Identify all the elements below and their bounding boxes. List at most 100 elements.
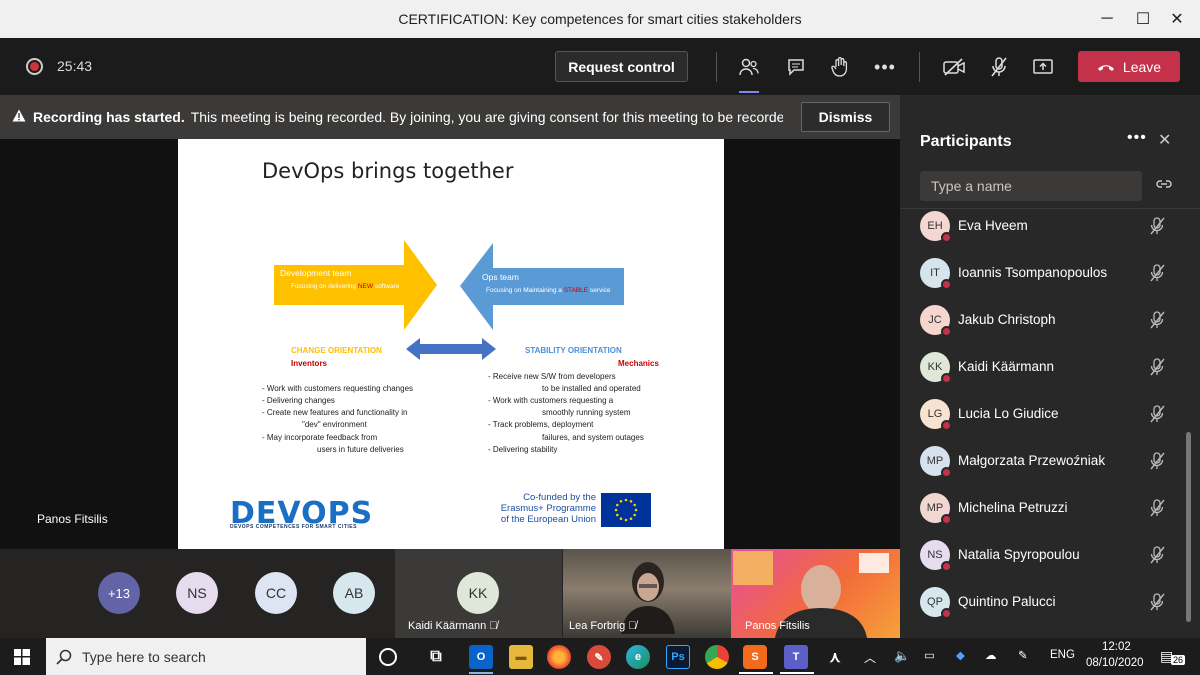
clock-date[interactable]: 08/10/2020 bbox=[1086, 657, 1144, 669]
presence-status-icon bbox=[941, 608, 952, 619]
participant-name: Ioannis Tsompanopoulos bbox=[958, 265, 1108, 280]
task-view-icon[interactable]: ⧉ bbox=[424, 645, 448, 669]
language-indicator[interactable]: ENG bbox=[1050, 649, 1075, 661]
mic-off-icon: 🎙̸ bbox=[489, 620, 498, 632]
participant-name: Natalia Spyropoulou bbox=[958, 547, 1080, 562]
chat-icon[interactable] bbox=[782, 53, 810, 81]
mic-off-icon[interactable] bbox=[1148, 592, 1166, 612]
tray-chevron-icon[interactable]: ︿ bbox=[864, 649, 876, 666]
video-tile-lea[interactable]: Lea Forbrig 🎙̸ bbox=[563, 549, 731, 638]
video-tile-panos[interactable]: Panos Fitsilis bbox=[731, 549, 900, 638]
participant-list: EH Eva Hveem IT Ioannis Tsompanopoulos JC Jak… bbox=[900, 209, 1190, 638]
avatar: NS bbox=[920, 540, 952, 572]
participant-row[interactable]: NS Natalia Spyropoulou bbox=[900, 540, 1190, 587]
share-link-icon[interactable] bbox=[1155, 177, 1173, 191]
pen-icon[interactable]: ✎ bbox=[1018, 648, 1028, 662]
paint-icon[interactable]: ✎ bbox=[587, 645, 611, 669]
edge-icon[interactable]: e bbox=[626, 645, 650, 669]
presentation-slide: DevOps brings together Development team … bbox=[178, 139, 724, 549]
participants-panel: Participants ••• ✕ EH Eva Hveem IT Ioannis … bbox=[900, 95, 1200, 638]
double-arrow bbox=[406, 338, 496, 360]
mic-off-icon[interactable] bbox=[1148, 498, 1166, 518]
mic-off-icon[interactable] bbox=[985, 53, 1013, 81]
mic-off-icon[interactable] bbox=[1148, 357, 1166, 377]
ops-team-label: Ops team bbox=[482, 272, 519, 282]
close-window-button[interactable]: ✕ bbox=[1154, 0, 1200, 38]
app-active-indicator bbox=[780, 672, 814, 674]
camera-off-icon[interactable] bbox=[940, 53, 968, 81]
cortana-icon[interactable] bbox=[379, 648, 397, 666]
mic-off-icon: 🎙̸ bbox=[628, 620, 637, 632]
participant-row[interactable]: KK Kaidi Käärmann bbox=[900, 352, 1190, 399]
pdf-icon[interactable]: ⋏ bbox=[823, 645, 847, 669]
presenter-name-label: Panos Fitsilis bbox=[37, 512, 108, 526]
avatar[interactable]: CC bbox=[255, 572, 297, 614]
participant-name: Kaidi Käärmann bbox=[958, 359, 1055, 374]
participant-row[interactable]: LG Lucia Lo Giudice bbox=[900, 399, 1190, 446]
request-control-button[interactable]: Request control bbox=[555, 51, 688, 82]
mic-off-icon[interactable] bbox=[1148, 451, 1166, 471]
participant-row[interactable]: IT Ioannis Tsompanopoulos bbox=[900, 258, 1190, 305]
presence-status-icon bbox=[941, 326, 952, 337]
left-bullet: - Work with customers requesting changes bbox=[262, 384, 414, 393]
outlook-icon[interactable]: O bbox=[469, 645, 493, 669]
right-bullet: - Track problems, deployment bbox=[488, 420, 594, 429]
avatar-initials: EH bbox=[927, 220, 943, 232]
participant-row[interactable]: EH Eva Hveem bbox=[900, 211, 1190, 258]
volume-icon[interactable]: 🔈 bbox=[894, 648, 910, 664]
participant-row[interactable]: QP Quintino Palucci bbox=[900, 587, 1190, 634]
mic-off-icon[interactable] bbox=[1148, 216, 1166, 236]
left-bullet: - Delivering changes bbox=[262, 396, 335, 405]
search-icon bbox=[56, 649, 72, 665]
panel-more-icon[interactable]: ••• bbox=[1127, 129, 1147, 147]
warning-icon bbox=[12, 109, 26, 125]
participant-row[interactable]: MP Małgorzata Przewoźniak bbox=[900, 446, 1190, 493]
participant-search-input[interactable] bbox=[920, 171, 1142, 201]
tile-name: Kaidi Käärmann 🎙̸ bbox=[408, 620, 498, 632]
avatar-initials: MP bbox=[926, 502, 944, 514]
toolbar-divider bbox=[919, 52, 920, 82]
right-bullet: failures, and system outages bbox=[542, 433, 644, 442]
phone-hangup-icon bbox=[1097, 64, 1114, 71]
video-tile-kaidi[interactable]: KK Kaidi Käärmann 🎙̸ bbox=[395, 549, 562, 638]
shared-screen-stage: DevOps brings together Development team … bbox=[0, 139, 900, 549]
more-options-icon[interactable]: ••• bbox=[871, 53, 899, 81]
avatar: IT bbox=[920, 258, 952, 290]
tile-name: Panos Fitsilis bbox=[745, 620, 810, 632]
ops-focus-text: Focusing on Maintaining a STABLE service bbox=[486, 287, 611, 294]
windows-start-icon[interactable] bbox=[14, 649, 30, 665]
network-icon[interactable]: ☁ bbox=[985, 648, 997, 662]
file-explorer-icon[interactable]: ▬ bbox=[509, 645, 533, 669]
app-icon[interactable]: S bbox=[743, 645, 767, 669]
taskbar-search-box[interactable]: Type here to search bbox=[46, 638, 366, 675]
firefox-icon[interactable] bbox=[547, 645, 571, 669]
mic-off-icon[interactable] bbox=[1148, 545, 1166, 565]
participant-name: Quintino Palucci bbox=[958, 594, 1056, 609]
participant-list-scrollbar[interactable] bbox=[1186, 432, 1191, 622]
avatar: LG bbox=[920, 399, 952, 431]
dismiss-button[interactable]: Dismiss bbox=[801, 102, 890, 132]
participant-row[interactable]: MP Michelina Petruzzi bbox=[900, 493, 1190, 540]
chrome-icon[interactable] bbox=[705, 645, 729, 669]
overflow-participants-button[interactable]: +13 bbox=[98, 572, 140, 614]
avatar[interactable]: AB bbox=[333, 572, 375, 614]
mic-off-icon[interactable] bbox=[1148, 263, 1166, 283]
banner-text: This meeting is being recorded. By joini… bbox=[190, 109, 783, 125]
participant-row[interactable]: JC Jakub Christoph bbox=[900, 305, 1190, 352]
raise-hand-icon[interactable] bbox=[826, 53, 854, 81]
teams-icon[interactable]: T bbox=[784, 645, 808, 669]
participants-icon[interactable] bbox=[735, 53, 763, 93]
share-screen-icon[interactable] bbox=[1029, 53, 1057, 81]
battery-icon[interactable]: ▭ bbox=[924, 648, 935, 662]
avatar[interactable]: NS bbox=[176, 572, 218, 614]
mic-off-icon[interactable] bbox=[1148, 404, 1166, 424]
close-icon[interactable]: ✕ bbox=[1158, 130, 1171, 150]
dropbox-icon[interactable]: ◆ bbox=[956, 648, 965, 662]
photoshop-icon[interactable]: Ps bbox=[666, 645, 690, 669]
mic-off-icon[interactable] bbox=[1148, 310, 1166, 330]
notification-count-badge: 26 bbox=[1171, 655, 1186, 665]
clock-time[interactable]: 12:02 bbox=[1102, 641, 1131, 653]
presence-status-icon bbox=[941, 279, 952, 290]
inventors-label: Inventors bbox=[291, 359, 328, 368]
leave-button[interactable]: Leave bbox=[1078, 51, 1180, 82]
